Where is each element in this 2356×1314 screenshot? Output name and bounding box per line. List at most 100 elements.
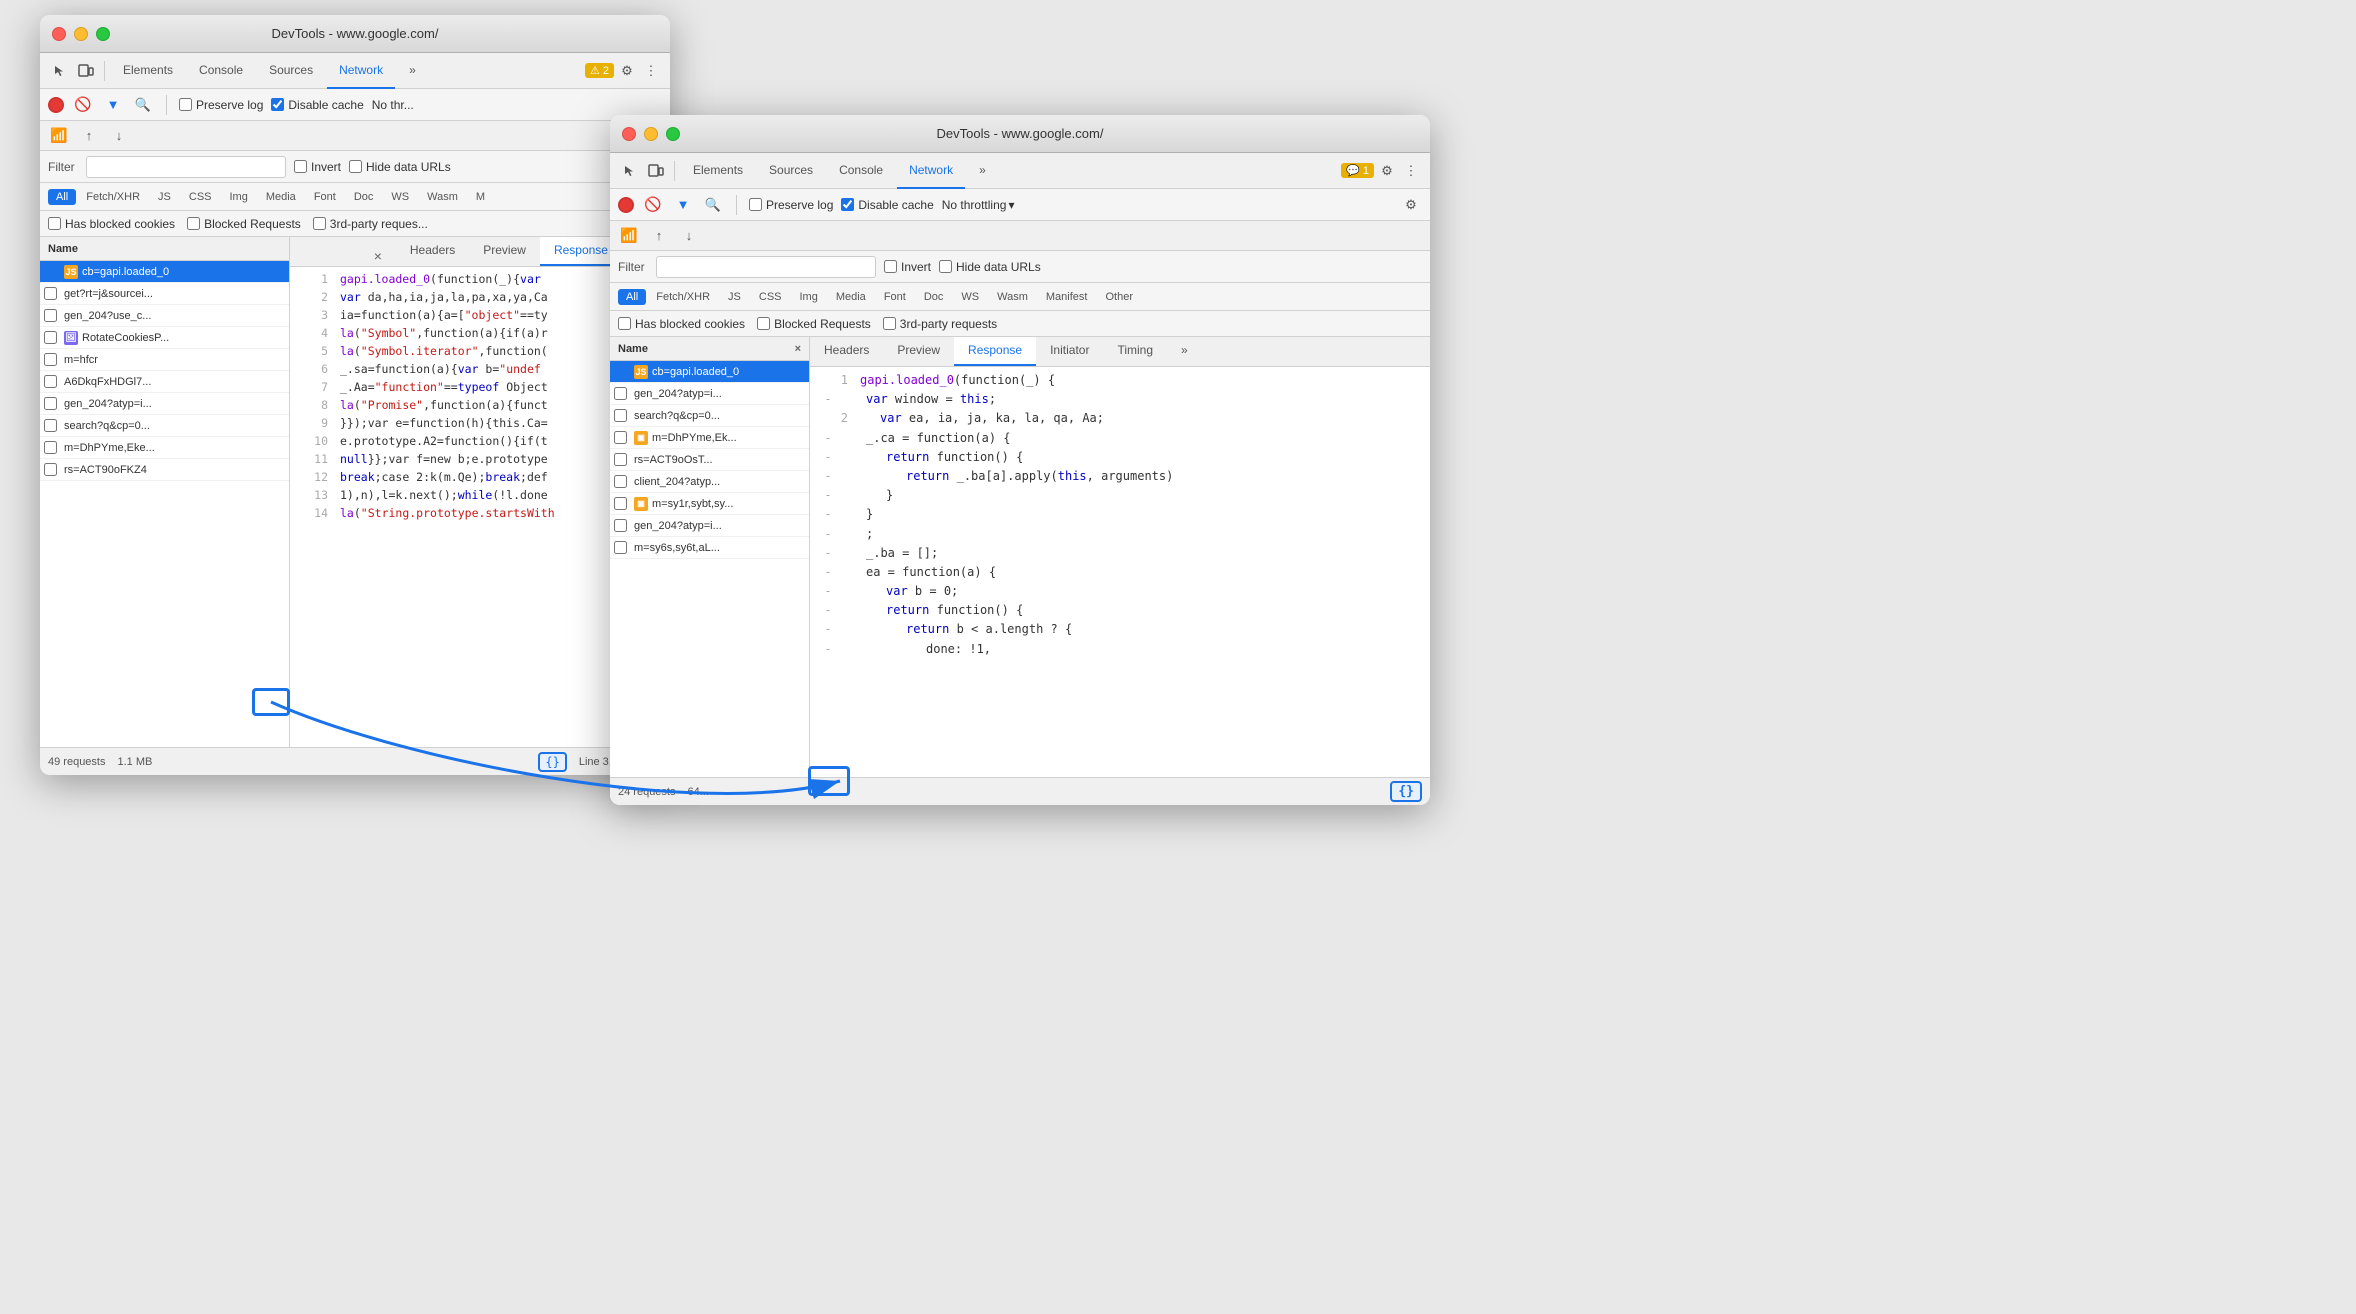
settings-icon-front[interactable]: ⚙ bbox=[1376, 160, 1398, 182]
type-other-front[interactable]: Other bbox=[1097, 289, 1141, 305]
detail-tab-response-front[interactable]: Response bbox=[954, 337, 1036, 366]
disable-cache-back[interactable]: Disable cache bbox=[271, 98, 363, 112]
request-item-5-front[interactable]: client_204?atyp... bbox=[610, 471, 809, 493]
upload-icon-back[interactable]: ↑ bbox=[78, 125, 100, 147]
download-icon-back[interactable]: ↓ bbox=[108, 125, 130, 147]
clear-button-back[interactable]: 🚫 bbox=[72, 94, 94, 116]
request-item-6-front[interactable]: ▣ m=sy1r,sybt,sy... bbox=[610, 493, 809, 515]
request-item-7-front[interactable]: gen_204?atyp=i... bbox=[610, 515, 809, 537]
detail-tab-headers-back[interactable]: Headers bbox=[396, 237, 469, 266]
tab-network-back[interactable]: Network bbox=[327, 53, 395, 89]
req-check-8-front[interactable] bbox=[614, 541, 627, 554]
has-blocked-checkbox-front[interactable] bbox=[618, 317, 631, 330]
detail-tab-initiator-front[interactable]: Initiator bbox=[1036, 337, 1103, 366]
type-doc-back[interactable]: Doc bbox=[346, 189, 382, 205]
device-toggle-icon[interactable] bbox=[74, 59, 98, 83]
request-item-0-front[interactable]: JS cb=gapi.loaded_0 bbox=[610, 361, 809, 383]
filter-input-front[interactable] bbox=[656, 256, 876, 278]
req-check-7-back[interactable] bbox=[44, 419, 57, 432]
request-item-8-front[interactable]: m=sy6s,sy6t,aL... bbox=[610, 537, 809, 559]
tab-elements-back[interactable]: Elements bbox=[111, 53, 185, 89]
type-ws-back[interactable]: WS bbox=[383, 189, 417, 205]
preserve-log-checkbox-back[interactable] bbox=[179, 98, 192, 111]
tab-console-back[interactable]: Console bbox=[187, 53, 255, 89]
req-check-3-front[interactable] bbox=[614, 431, 627, 444]
blocked-req-checkbox-back[interactable] bbox=[187, 217, 200, 230]
throttle-dropdown-front[interactable]: No throttling ▾ bbox=[942, 198, 1015, 212]
maximize-button-back[interactable] bbox=[96, 27, 110, 41]
disable-cache-checkbox-front[interactable] bbox=[841, 198, 854, 211]
more-icon-front[interactable]: ⋮ bbox=[1400, 160, 1422, 182]
type-wasm-back[interactable]: Wasm bbox=[419, 189, 466, 205]
hide-urls-checkbox-back[interactable] bbox=[349, 160, 362, 173]
upload-icon-front[interactable]: ↑ bbox=[648, 225, 670, 247]
type-font-back[interactable]: Font bbox=[306, 189, 344, 205]
record-button-back[interactable] bbox=[48, 97, 64, 113]
req-check-4-back[interactable] bbox=[44, 353, 57, 366]
type-m-back[interactable]: M bbox=[468, 189, 493, 205]
type-fetch-front[interactable]: Fetch/XHR bbox=[648, 289, 718, 305]
invert-front[interactable]: Invert bbox=[884, 260, 931, 274]
type-img-back[interactable]: Img bbox=[222, 189, 256, 205]
close-button-front[interactable] bbox=[622, 127, 636, 141]
preserve-log-checkbox-front[interactable] bbox=[749, 198, 762, 211]
preserve-log-back[interactable]: Preserve log bbox=[179, 98, 263, 112]
blocked-req-back[interactable]: Blocked Requests bbox=[187, 217, 301, 231]
detail-tab-preview-back[interactable]: Preview bbox=[469, 237, 540, 266]
type-wasm-front[interactable]: Wasm bbox=[989, 289, 1036, 305]
filter-input-back[interactable] bbox=[86, 156, 286, 178]
third-party-checkbox-back[interactable] bbox=[313, 217, 326, 230]
req-check-1-back[interactable] bbox=[44, 287, 57, 300]
type-js-back[interactable]: JS bbox=[150, 189, 179, 205]
req-check-6-back[interactable] bbox=[44, 397, 57, 410]
search-button-front[interactable]: 🔍 bbox=[702, 194, 724, 216]
req-check-1-front[interactable] bbox=[614, 387, 627, 400]
tab-elements-front[interactable]: Elements bbox=[681, 153, 755, 189]
pretty-print-btn-front[interactable]: {} bbox=[1390, 781, 1422, 802]
tab-console-front[interactable]: Console bbox=[827, 153, 895, 189]
detail-close-back[interactable]: × bbox=[368, 246, 388, 266]
req-check-2-back[interactable] bbox=[44, 309, 57, 322]
req-check-4-front[interactable] bbox=[614, 453, 627, 466]
blocked-req-front[interactable]: Blocked Requests bbox=[757, 317, 871, 331]
type-media-back[interactable]: Media bbox=[258, 189, 304, 205]
tab-more-back[interactable]: » bbox=[397, 53, 428, 89]
third-party-checkbox-front[interactable] bbox=[883, 317, 896, 330]
request-item-1-front[interactable]: gen_204?atyp=i... bbox=[610, 383, 809, 405]
record-button-front[interactable] bbox=[618, 197, 634, 213]
device-toggle-icon-front[interactable] bbox=[644, 159, 668, 183]
blocked-req-checkbox-front[interactable] bbox=[757, 317, 770, 330]
invert-checkbox-back[interactable] bbox=[294, 160, 307, 173]
detail-tab-timing-front[interactable]: Timing bbox=[1103, 337, 1167, 366]
request-item-3-front[interactable]: ▣ m=DhPYme,Ek... bbox=[610, 427, 809, 449]
req-check-8-back[interactable] bbox=[44, 441, 57, 454]
type-css-back[interactable]: CSS bbox=[181, 189, 220, 205]
third-party-front[interactable]: 3rd-party requests bbox=[883, 317, 997, 331]
type-js-front[interactable]: JS bbox=[720, 289, 749, 305]
request-item-3-back[interactable]: 🖼 RotateCookiesP... bbox=[40, 327, 289, 349]
clear-button-front[interactable]: 🚫 bbox=[642, 194, 664, 216]
request-item-2-front[interactable]: search?q&cp=0... bbox=[610, 405, 809, 427]
detail-tab-more-front[interactable]: » bbox=[1167, 337, 1202, 366]
request-item-2-back[interactable]: gen_204?use_c... bbox=[40, 305, 289, 327]
req-check-7-front[interactable] bbox=[614, 519, 627, 532]
disable-cache-front[interactable]: Disable cache bbox=[841, 198, 933, 212]
has-blocked-checkbox-back[interactable] bbox=[48, 217, 61, 230]
settings-gear-front[interactable]: ⚙ bbox=[1400, 194, 1422, 216]
type-all-front[interactable]: All bbox=[618, 289, 646, 305]
invert-checkbox-front[interactable] bbox=[884, 260, 897, 273]
type-doc-front[interactable]: Doc bbox=[916, 289, 952, 305]
type-all-back[interactable]: All bbox=[48, 189, 76, 205]
tab-network-front[interactable]: Network bbox=[897, 153, 965, 189]
hide-data-urls-front[interactable]: Hide data URLs bbox=[939, 260, 1041, 274]
request-item-9-back[interactable]: rs=ACT90oFKZ4 bbox=[40, 459, 289, 481]
tab-sources-front[interactable]: Sources bbox=[757, 153, 825, 189]
search-button-back[interactable]: 🔍 bbox=[132, 94, 154, 116]
settings-icon-back[interactable]: ⚙ bbox=[616, 60, 638, 82]
more-icon-back[interactable]: ⋮ bbox=[640, 60, 662, 82]
type-media-front[interactable]: Media bbox=[828, 289, 874, 305]
invert-back[interactable]: Invert bbox=[294, 160, 341, 174]
wifi-icon-back[interactable]: 📶 bbox=[48, 125, 70, 147]
type-manifest-front[interactable]: Manifest bbox=[1038, 289, 1096, 305]
third-party-back[interactable]: 3rd-party reques... bbox=[313, 217, 428, 231]
